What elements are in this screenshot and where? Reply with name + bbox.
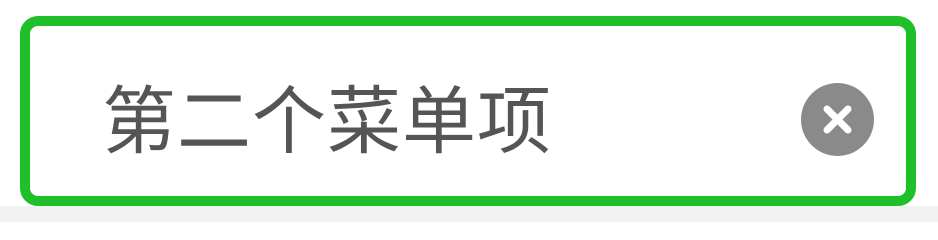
search-input-value: 第二个菜单项 [102, 79, 552, 165]
close-icon [823, 105, 852, 134]
page-footer-shade [0, 206, 938, 222]
search-input[interactable]: 第二个菜单项 [20, 16, 916, 206]
clear-button[interactable] [801, 83, 874, 156]
